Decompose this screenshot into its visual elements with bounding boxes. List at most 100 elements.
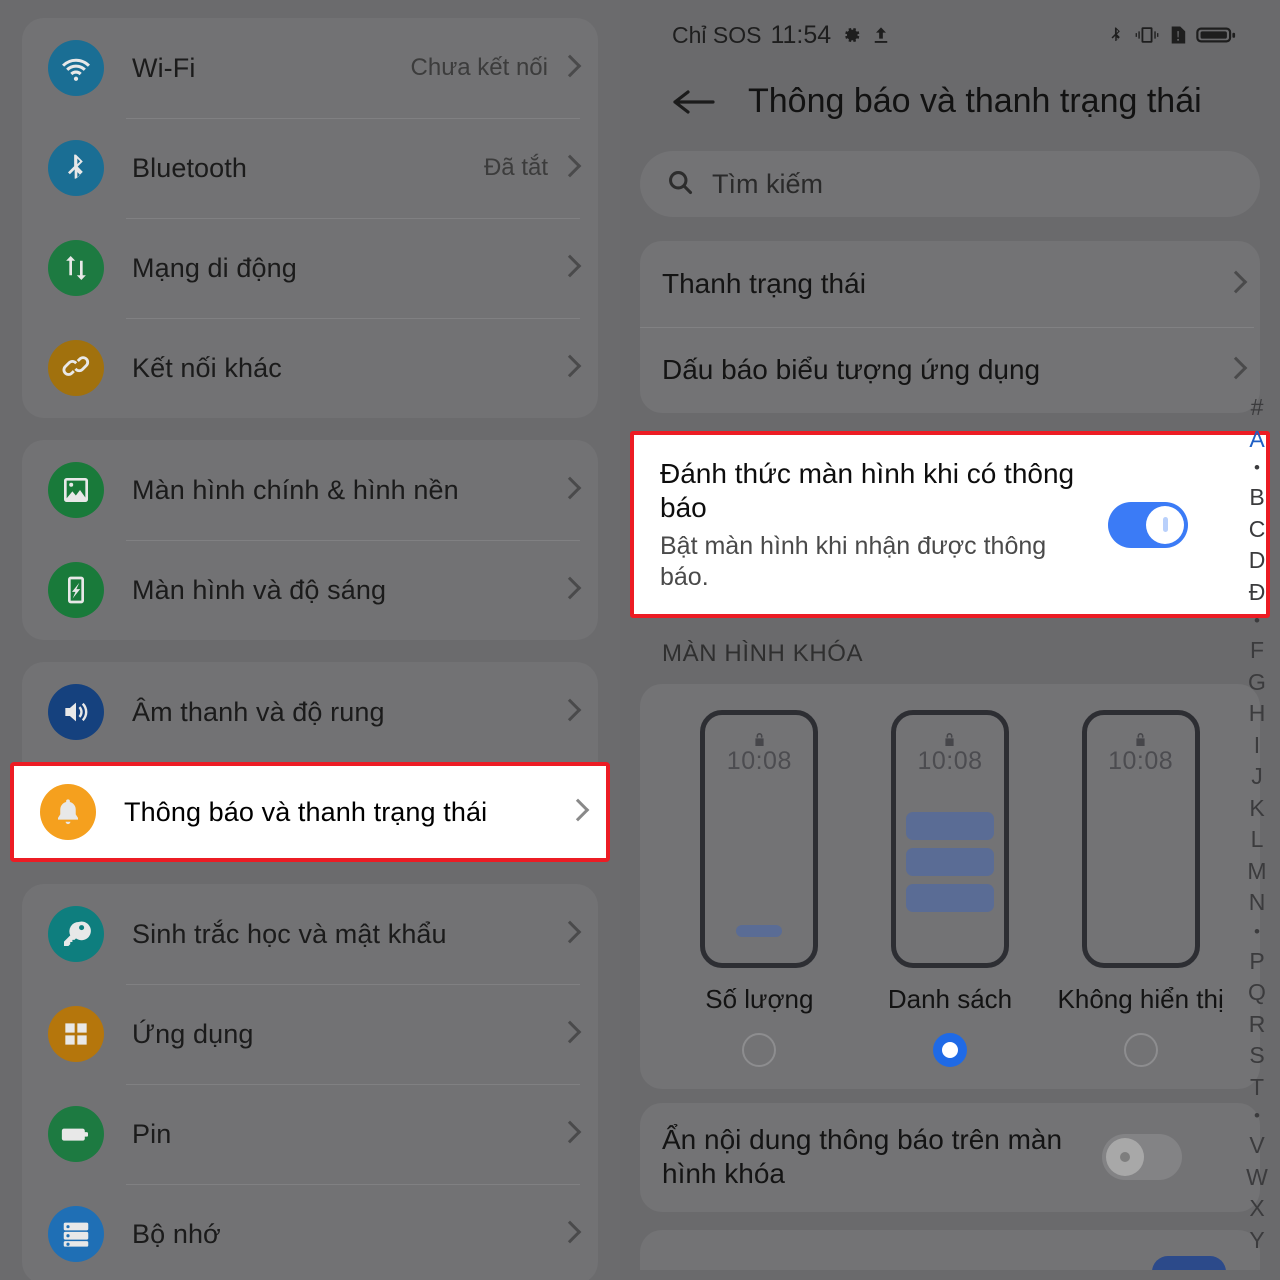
settings-row-label: Thông báo và thanh trạng thái (124, 796, 488, 827)
settings-group-sound-notification: Âm thanh và độ rung (22, 662, 598, 762)
alpha-index-I[interactable]: I (1254, 733, 1260, 757)
wake-screen-subtitle: Bật màn hình khi nhận được thông báo. (660, 532, 1047, 591)
radio-count[interactable] (742, 1033, 777, 1068)
hide-content-label: Ẩn nội dung thông báo trên màn hình khóa (662, 1124, 1063, 1190)
link-icon (48, 340, 104, 396)
alpha-index-X[interactable]: X (1249, 1197, 1264, 1220)
settings-row-storage[interactable]: Bộ nhớ (22, 1184, 598, 1280)
alpha-index-G[interactable]: G (1248, 670, 1266, 694)
lock-option-label: Số lượng (705, 984, 814, 1015)
settings-row-biometrics-password[interactable]: Sinh trắc học và mật khẩu (22, 884, 598, 984)
alpha-index-J[interactable]: J (1251, 765, 1263, 788)
key-icon (48, 906, 104, 962)
radio-none[interactable] (1123, 1033, 1158, 1068)
hide-lockscreen-content-row[interactable]: Ẩn nội dung thông báo trên màn hình khóa (640, 1103, 1260, 1211)
alpha-index-D[interactable]: D (1249, 549, 1266, 572)
alphabet-index[interactable]: # A • B C D Đ • F G H I J K L M N • P Q R S T • V W X Y (1234, 0, 1280, 1280)
lock-screen-style-card: 10:08 Số lượng 10:08 Danh sách 10:08 Khô… (640, 684, 1260, 1090)
row-label: Thanh trạng thái (662, 268, 866, 299)
alpha-index-M[interactable]: M (1247, 859, 1266, 883)
phone-preview-list: 10:08 (890, 710, 1009, 969)
apps-grid-icon (48, 1006, 104, 1062)
settings-row-label: Màn hình và độ sáng (132, 574, 387, 605)
settings-row-notification-statusbar[interactable]: Thông báo và thanh trạng thái (10, 762, 610, 862)
settings-row-other-connections[interactable]: Kết nối khác (22, 318, 598, 418)
alpha-index-Y[interactable]: Y (1249, 1228, 1264, 1252)
alpha-index-V[interactable]: V (1249, 1134, 1264, 1157)
lock-option-list[interactable]: 10:08 Danh sách (860, 710, 1040, 1015)
notification-settings-screen: Chỉ SOS 11:54 Thông báo và thanh trạng t… (620, 0, 1280, 1280)
settings-group-system: Sinh trắc học và mật khẩu Ứng dụng Pin B… (22, 884, 598, 1280)
alpha-index-T[interactable]: T (1250, 1075, 1264, 1099)
settings-group-display: Màn hình chính & hình nền Màn hình và độ… (22, 440, 598, 640)
chevron-right-icon (562, 155, 576, 181)
search-placeholder: Tìm kiếm (712, 168, 823, 199)
lock-screen-section-header: MÀN HÌNH KHÓA (662, 640, 864, 668)
row-label: Dấu báo biểu tượng ứng dụng (662, 354, 1041, 385)
alpha-index-N[interactable]: N (1249, 891, 1266, 914)
lock-icon (943, 733, 956, 747)
settings-row-home-wallpaper[interactable]: Màn hình chính & hình nền (22, 440, 598, 540)
settings-row-label: Pin (132, 1118, 172, 1149)
alpha-index-H[interactable]: H (1249, 702, 1266, 725)
settings-row-mobile-network[interactable]: Mạng di động (22, 218, 598, 318)
volume-icon (48, 684, 104, 740)
settings-row-display-brightness[interactable]: Màn hình và độ sáng (22, 540, 598, 640)
alpha-index-dot[interactable]: • (1254, 923, 1260, 940)
lock-option-none[interactable]: 10:08 Không hiển thị (1051, 710, 1231, 1015)
next-card-peek (640, 1229, 1260, 1270)
lock-option-count[interactable]: 10:08 Số lượng (669, 710, 849, 1015)
alpha-index-K[interactable]: K (1249, 796, 1264, 820)
radio-list[interactable] (932, 1033, 967, 1068)
settings-row-battery[interactable]: Pin (22, 1084, 598, 1184)
settings-row-label: Kết nối khác (132, 352, 282, 383)
chevron-right-icon (570, 799, 584, 825)
row-app-icon-badges[interactable]: Dấu báo biểu tượng ứng dụng (640, 327, 1260, 413)
settings-row-wifi[interactable]: Wi-Fi Chưa kết nối (22, 18, 598, 118)
alpha-index-L[interactable]: L (1251, 828, 1264, 851)
back-arrow-icon[interactable] (672, 86, 716, 118)
chevron-right-icon (562, 921, 576, 947)
search-input[interactable]: Tìm kiếm (640, 151, 1260, 217)
alpha-index-dot[interactable]: • (1254, 612, 1260, 629)
lock-icon (753, 733, 766, 747)
battery-icon (48, 1106, 104, 1162)
search-icon (666, 168, 694, 201)
bell-icon (40, 784, 96, 840)
settings-row-sound-vibration[interactable]: Âm thanh và độ rung (22, 662, 598, 762)
row-status-bar[interactable]: Thanh trạng thái (640, 241, 1260, 327)
preview-time: 10:08 (917, 747, 983, 776)
settings-row-label: Ứng dụng (132, 1018, 254, 1049)
alpha-index-C[interactable]: C (1249, 517, 1266, 541)
alpha-index-dot[interactable]: • (1254, 1107, 1260, 1124)
storage-icon (48, 1206, 104, 1262)
alpha-index-R[interactable]: R (1249, 1012, 1266, 1036)
wallpaper-icon (48, 462, 104, 518)
wake-screen-on-notification-row[interactable]: Đánh thức màn hình khi có thông báo Bật … (630, 431, 1270, 619)
settings-row-label: Bộ nhớ (132, 1218, 221, 1249)
wake-screen-title: Đánh thức màn hình khi có thông báo (660, 458, 1075, 524)
alpha-index-dot[interactable]: • (1254, 459, 1260, 476)
alpha-index-#[interactable]: # (1251, 396, 1264, 419)
hide-content-toggle[interactable] (1102, 1134, 1182, 1181)
count-indicator (736, 925, 783, 938)
vibrate-icon (1134, 24, 1160, 46)
alpha-index-B[interactable]: B (1249, 486, 1264, 509)
alpha-index-Đ[interactable]: Đ (1249, 580, 1266, 604)
wake-screen-toggle[interactable] (1108, 501, 1188, 548)
preview-time: 10:08 (726, 747, 792, 776)
page-title: Thông báo và thanh trạng thái (748, 82, 1202, 120)
dual-screenshot: Wi-Fi Chưa kết nối Bluetooth Đã tắt Mạng… (0, 0, 1280, 1280)
chevron-right-icon (562, 577, 576, 603)
settings-row-bluetooth[interactable]: Bluetooth Đã tắt (22, 118, 598, 218)
settings-row-apps[interactable]: Ứng dụng (22, 984, 598, 1084)
alpha-index-W[interactable]: W (1246, 1165, 1268, 1189)
gear-icon (840, 24, 862, 46)
chevron-right-icon (562, 1221, 576, 1247)
alpha-index-S[interactable]: S (1249, 1044, 1264, 1067)
alpha-index-P[interactable]: P (1249, 949, 1264, 973)
alpha-index-Q[interactable]: Q (1248, 981, 1266, 1004)
alpha-index-F[interactable]: F (1250, 639, 1264, 662)
alpha-index-A[interactable]: A (1249, 427, 1264, 451)
chevron-right-icon (562, 1121, 576, 1147)
